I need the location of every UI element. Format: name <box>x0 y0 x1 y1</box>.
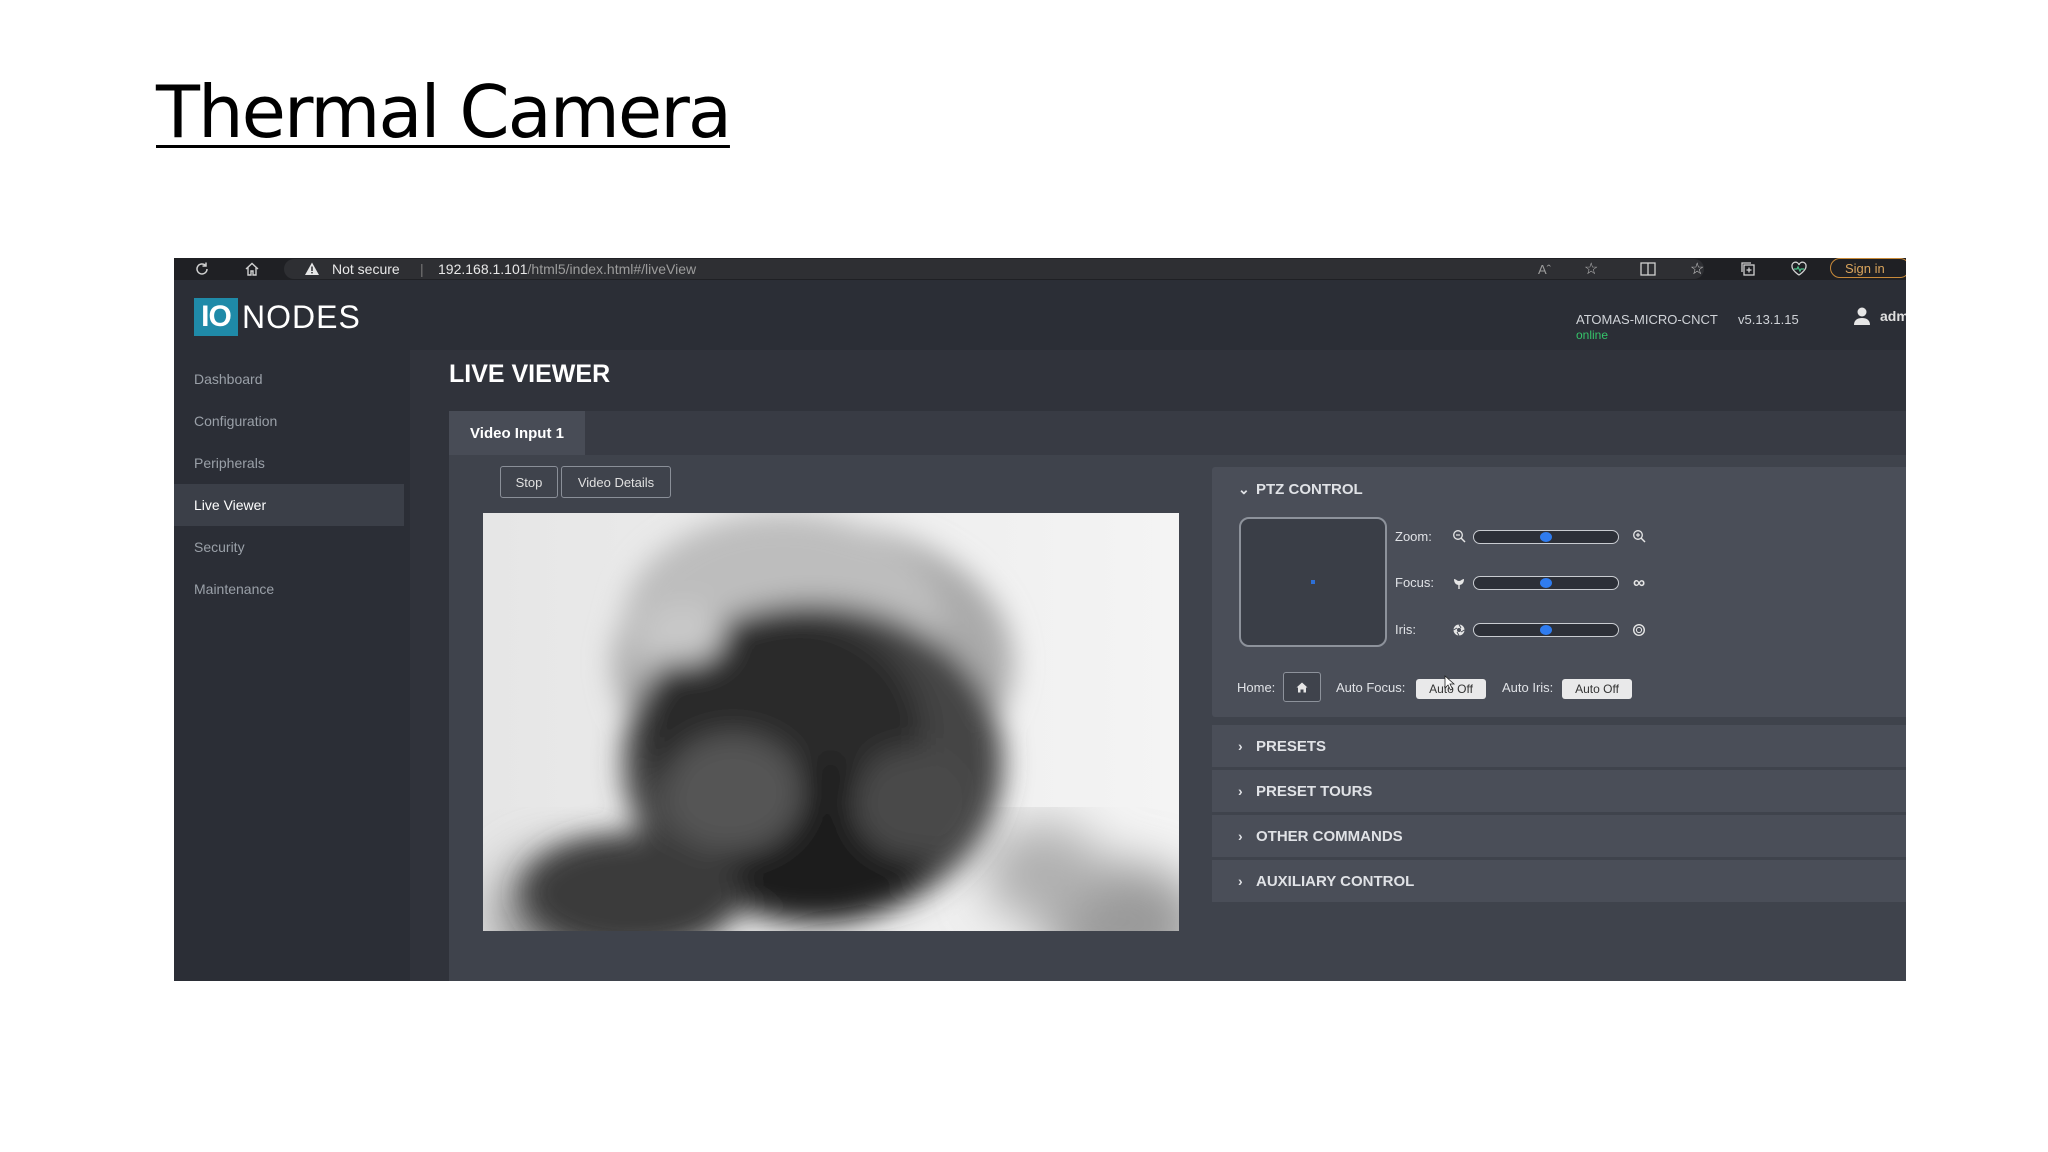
tab-bar: Video Input 1 <box>449 411 1906 455</box>
preset-tours-label: PRESET TOURS <box>1256 782 1373 800</box>
favorite-star-icon[interactable]: ☆ <box>1584 258 1598 280</box>
ptz-control-panel: ⌄ PTZ CONTROL Zoom: Focus: ∞ Iris: Home:… <box>1212 467 1906 717</box>
url-text[interactable]: 192.168.1.101/html5/index.html#/liveView <box>438 258 696 280</box>
presets-section[interactable]: › PRESETS <box>1212 725 1906 767</box>
stop-button[interactable]: Stop <box>500 466 558 498</box>
zoom-slider-thumb[interactable] <box>1540 532 1552 542</box>
sidebar-item-live-viewer[interactable]: Live Viewer <box>174 484 404 526</box>
joystick-center-dot <box>1311 580 1315 584</box>
split-screen-icon[interactable] <box>1640 258 1656 280</box>
tab-video-input-1[interactable]: Video Input 1 <box>449 411 585 455</box>
ionodes-logo[interactable]: IO NODES <box>194 298 361 336</box>
other-commands-section[interactable]: › OTHER COMMANDS <box>1212 815 1906 857</box>
focus-infinity-icon[interactable]: ∞ <box>1631 573 1647 592</box>
page-title: LIVE VIEWER <box>449 360 611 388</box>
zoom-slider[interactable] <box>1473 530 1619 544</box>
app-header: IO NODES ATOMAS-MICRO-CNCT online v5.13.… <box>174 280 1906 350</box>
url-host: 192.168.1.101 <box>438 261 528 277</box>
firmware-version: v5.13.1.15 <box>1738 312 1799 327</box>
user-icon <box>1854 307 1870 325</box>
sidebar-item-dashboard[interactable]: Dashboard <box>174 358 404 400</box>
ptz-home-button[interactable] <box>1283 672 1321 702</box>
logo-nodes: NODES <box>242 298 361 335</box>
iris-slider[interactable] <box>1473 623 1619 637</box>
ptz-title: PTZ CONTROL <box>1256 480 1363 498</box>
zoom-out-icon[interactable] <box>1451 528 1467 544</box>
sidebar-item-configuration[interactable]: Configuration <box>174 400 404 442</box>
video-details-button[interactable]: Video Details <box>561 466 671 498</box>
auto-iris-toggle[interactable]: Auto Off <box>1562 679 1632 699</box>
user-menu[interactable]: adm <box>1852 306 1906 326</box>
chevron-right-icon: › <box>1238 873 1243 889</box>
browser-screenshot: Not secure | 192.168.1.101/html5/index.h… <box>174 258 1906 981</box>
url-divider: | <box>420 261 424 277</box>
focus-label: Focus: <box>1395 575 1435 590</box>
ptz-joystick[interactable] <box>1239 517 1387 647</box>
logo-io: IO <box>194 298 238 336</box>
zoom-label: Zoom: <box>1395 529 1432 544</box>
read-aloud-icon[interactable]: Aˆ <box>1538 258 1551 280</box>
chevron-right-icon: › <box>1238 738 1243 754</box>
focus-slider[interactable] <box>1473 576 1619 590</box>
device-status: online <box>1576 328 1609 342</box>
home-icon[interactable] <box>244 258 260 280</box>
other-commands-label: OTHER COMMANDS <box>1256 827 1403 845</box>
user-name: adm <box>1880 308 1906 324</box>
security-label[interactable]: Not secure <box>332 258 400 280</box>
live-view-panel: Stop Video Details ⌄ PTZ CONTROL Zoom: F… <box>449 455 1906 981</box>
url-path: /html5/index.html#/liveView <box>527 261 697 277</box>
main-content: LIVE VIEWER Video Input 1 Stop Video Det… <box>410 350 1906 981</box>
chevron-right-icon: › <box>1238 783 1243 799</box>
slide-title: Thermal Camera <box>156 70 732 154</box>
iris-label: Iris: <box>1395 622 1416 637</box>
ptz-header[interactable]: ⌄ PTZ CONTROL <box>1212 477 1363 501</box>
sidebar-item-maintenance[interactable]: Maintenance <box>174 568 404 610</box>
presets-label: PRESETS <box>1256 737 1327 755</box>
auto-focus-label: Auto Focus: <box>1336 680 1406 695</box>
favorites-icon[interactable]: ☆ <box>1690 258 1704 280</box>
browser-toolbar: Not secure | 192.168.1.101/html5/index.h… <box>174 258 1906 280</box>
focus-near-icon[interactable] <box>1451 575 1467 591</box>
video-feed[interactable] <box>483 513 1179 931</box>
auxiliary-control-label: AUXILIARY CONTROL <box>1256 872 1415 890</box>
sign-in-button[interactable]: Sign in <box>1830 258 1906 278</box>
chevron-right-icon: › <box>1238 828 1243 844</box>
warning-icon <box>304 258 320 280</box>
preset-tours-section[interactable]: › PRESET TOURS <box>1212 770 1906 812</box>
chevron-down-icon: ⌄ <box>1238 480 1250 497</box>
iris-open-icon[interactable] <box>1631 622 1647 638</box>
collections-icon[interactable] <box>1740 258 1756 280</box>
auto-iris-label: Auto Iris: <box>1502 680 1554 695</box>
home-label: Home: <box>1237 680 1276 695</box>
device-name: ATOMAS-MICRO-CNCT <box>1576 312 1718 327</box>
auxiliary-control-section[interactable]: › AUXILIARY CONTROL <box>1212 860 1906 902</box>
iris-close-icon[interactable] <box>1451 622 1467 638</box>
sidebar-item-peripherals[interactable]: Peripherals <box>174 442 404 484</box>
browser-essentials-icon[interactable] <box>1790 258 1808 280</box>
focus-slider-thumb[interactable] <box>1540 578 1552 588</box>
thermal-video-image <box>483 513 1179 931</box>
zoom-in-icon[interactable] <box>1631 528 1647 544</box>
iris-slider-thumb[interactable] <box>1540 625 1552 635</box>
sidebar-nav: Dashboard Configuration Peripherals Live… <box>174 350 404 981</box>
sidebar-item-security[interactable]: Security <box>174 526 404 568</box>
refresh-icon[interactable] <box>194 258 210 280</box>
home-icon <box>1296 682 1308 693</box>
mouse-cursor-icon <box>1444 675 1456 691</box>
